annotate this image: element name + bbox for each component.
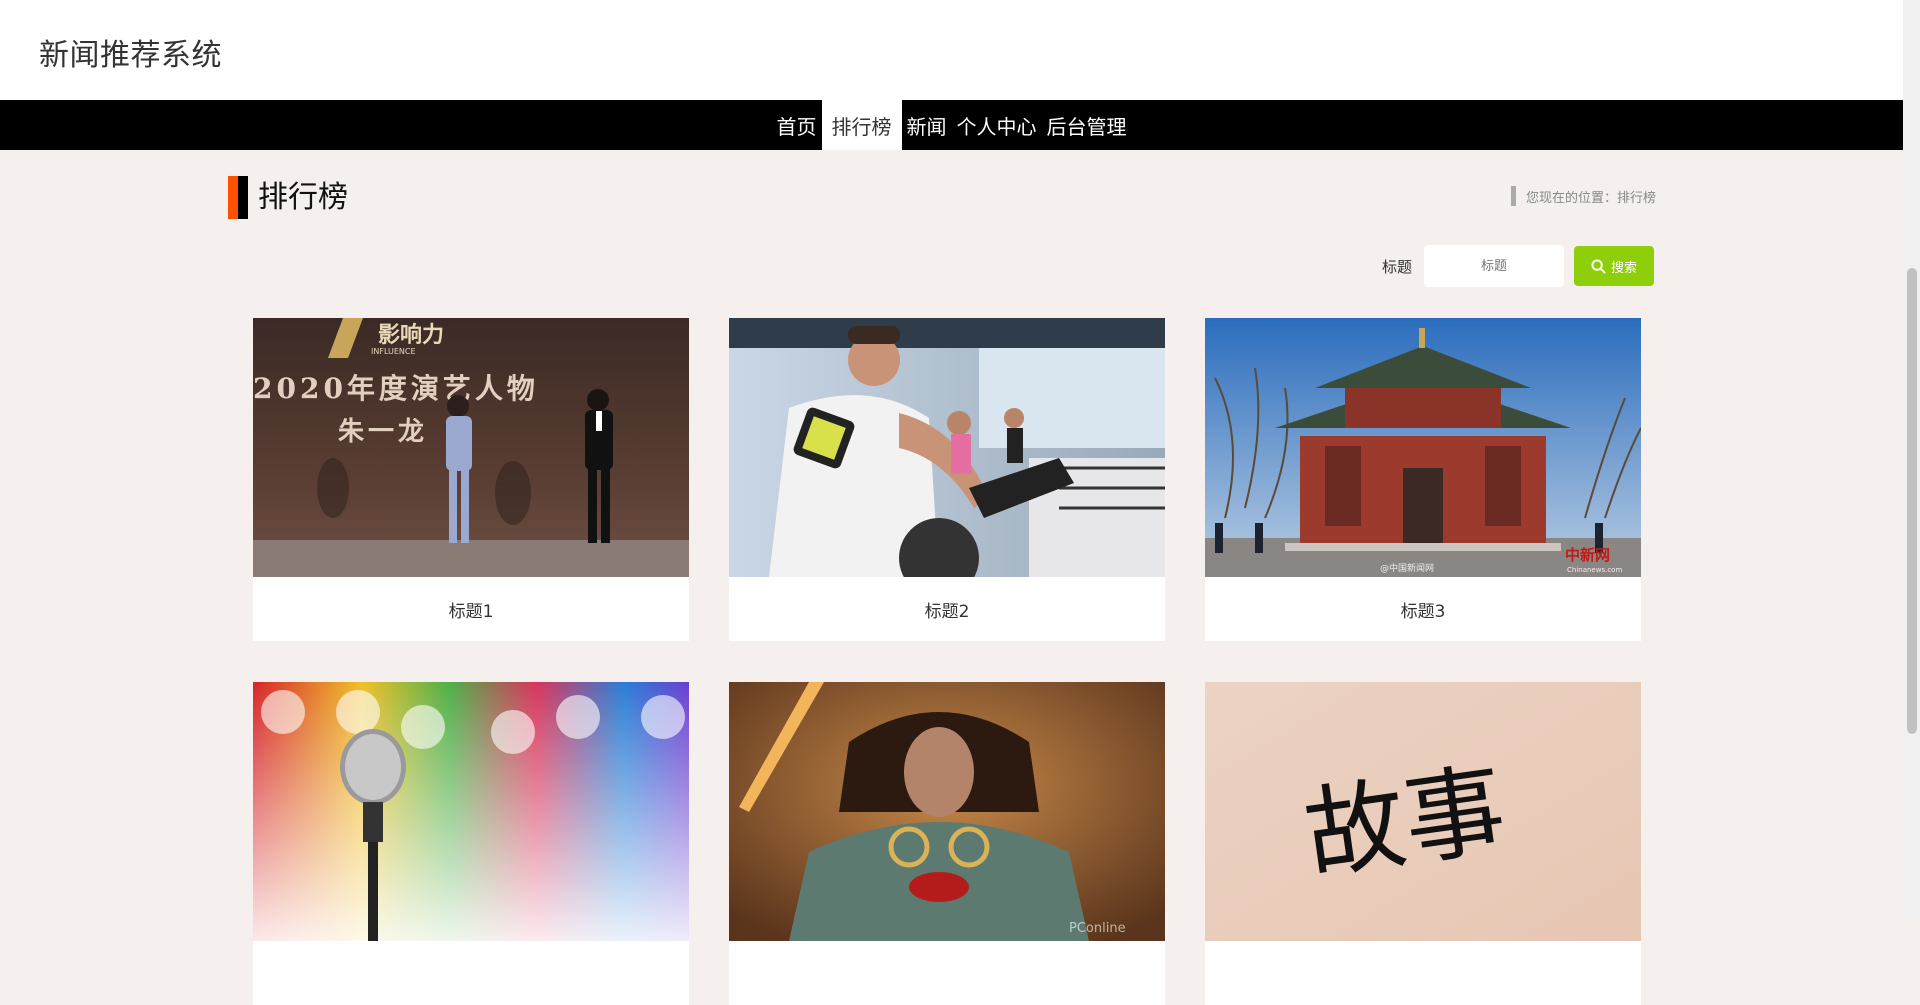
site-title[interactable]: 新闻推荐系统 — [39, 30, 222, 74]
breadcrumb-marker — [1510, 186, 1516, 206]
search-icon — [1591, 258, 1606, 274]
news-image[interactable]: 影响力 INFLUENCE 2020年度演艺人物 朱一龙 — [253, 318, 689, 577]
stage-banner: 2020年度演艺人物 — [253, 372, 539, 405]
news-image[interactable]: 故事 — [1205, 682, 1641, 941]
stage-logo-sub: INFLUENCE — [371, 347, 416, 356]
news-image[interactable]: @中国新闻网 中新网 Chinanews.com — [1205, 318, 1641, 577]
news-card[interactable]: PConline — [729, 682, 1165, 1005]
news-title[interactable] — [1205, 941, 1641, 1005]
main-nav: 首页 排行榜 新闻 个人中心 后台管理 — [0, 100, 1903, 150]
movie-watermark: PConline — [1069, 921, 1126, 936]
nav-item-profile[interactable]: 个人中心 — [952, 100, 1042, 150]
news-title[interactable]: 标题1 — [253, 577, 689, 641]
stage-name: 朱一龙 — [338, 417, 428, 447]
search-input[interactable] — [1424, 245, 1565, 287]
search-bar: 标题 搜索 — [1382, 245, 1655, 287]
news-image[interactable]: PConline — [729, 682, 1165, 941]
news-image[interactable] — [253, 682, 689, 941]
temple-logo-url: Chinanews.com — [1567, 566, 1622, 574]
nav-item-ranking[interactable]: 排行榜 — [821, 100, 902, 150]
section-header: 排行榜 您现在的位置：排行榜 — [228, 176, 1656, 220]
news-card[interactable]: 标题2 — [729, 318, 1165, 641]
title-marker — [228, 176, 248, 219]
news-image[interactable] — [729, 318, 1165, 577]
nav-item-admin[interactable]: 后台管理 — [1042, 100, 1132, 150]
news-title[interactable]: 标题2 — [729, 577, 1165, 641]
temple-logo: 中新网 — [1565, 546, 1610, 564]
site-header: 新闻推荐系统 — [0, 0, 1903, 100]
page-title: 排行榜 — [258, 180, 348, 215]
news-card[interactable]: @中国新闻网 中新网 Chinanews.com 标题3 — [1205, 318, 1641, 641]
search-button[interactable]: 搜索 — [1574, 246, 1655, 286]
news-card[interactable] — [253, 682, 689, 1005]
temple-watermark: @中国新闻网 — [1380, 562, 1434, 574]
stage-logo: 影响力 — [378, 322, 444, 348]
news-card[interactable]: 故事 — [1205, 682, 1641, 1005]
news-title[interactable] — [253, 941, 689, 1005]
nav-item-home[interactable]: 首页 — [772, 100, 822, 150]
scrollbar-thumb[interactable] — [1907, 268, 1917, 734]
nav-item-news[interactable]: 新闻 — [902, 100, 952, 150]
breadcrumb-text: 您现在的位置：排行榜 — [1525, 190, 1656, 206]
news-card[interactable]: 影响力 INFLUENCE 2020年度演艺人物 朱一龙 标题1 — [253, 318, 689, 641]
breadcrumb: 您现在的位置：排行榜 — [1510, 186, 1656, 206]
search-label: 标题 — [1382, 257, 1413, 276]
scrollbar[interactable] — [1903, 0, 1920, 919]
news-title[interactable] — [729, 941, 1165, 1005]
search-button-label: 搜索 — [1611, 260, 1638, 276]
news-title[interactable]: 标题3 — [1205, 577, 1641, 641]
